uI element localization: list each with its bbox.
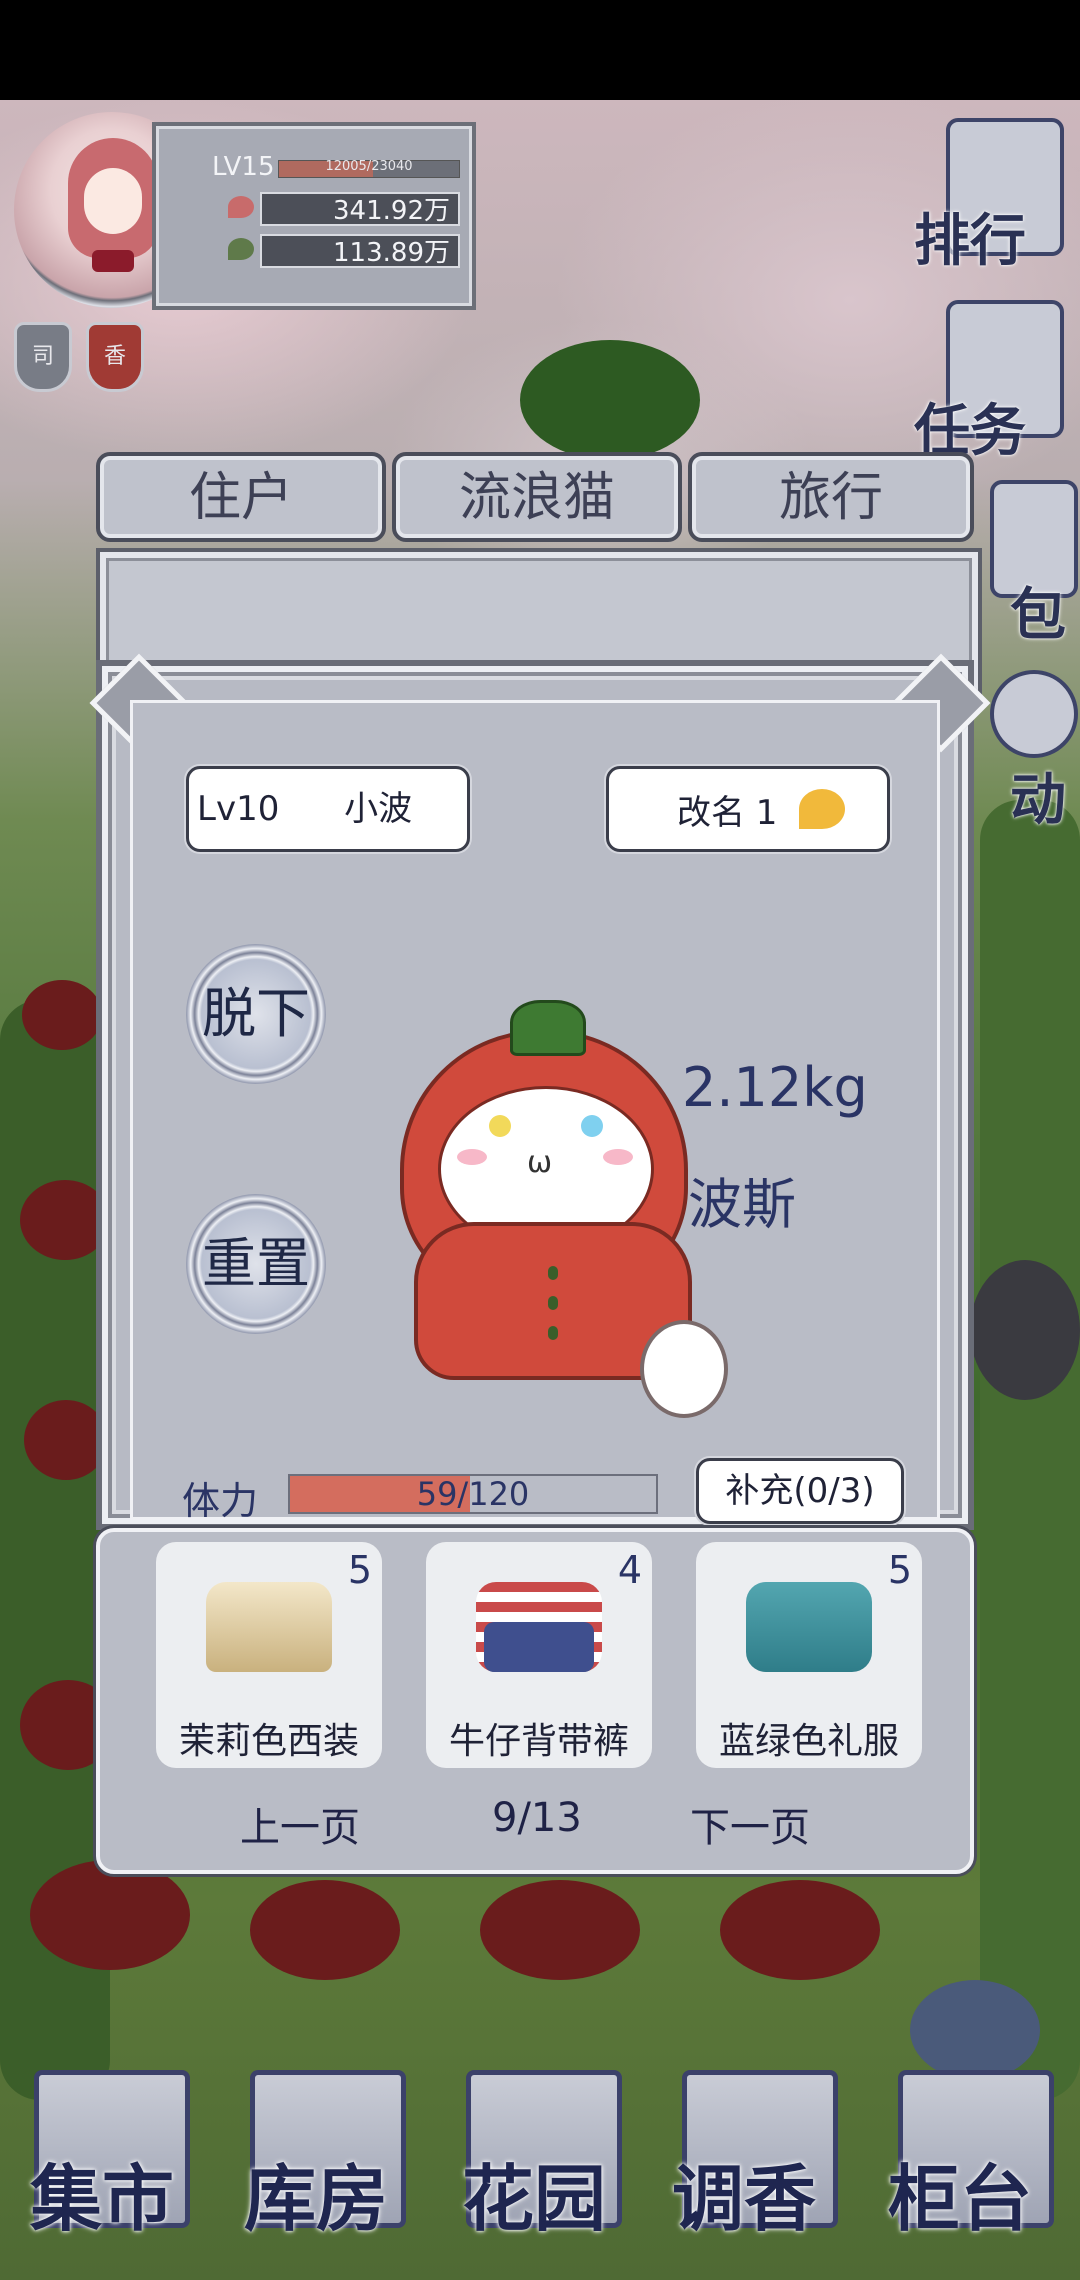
cat-tail bbox=[640, 1320, 728, 1418]
nav-warehouse-label[interactable]: 库房 bbox=[244, 2140, 388, 2245]
outfit-count: 4 bbox=[617, 1548, 642, 1592]
right-hedge bbox=[980, 800, 1080, 2100]
stamina-bar: 59/120 bbox=[288, 1474, 658, 1514]
tab-stray-cats[interactable]: 流浪猫 bbox=[392, 452, 682, 542]
ranking-label[interactable]: 排行 bbox=[914, 196, 1026, 277]
petal-currency-icon bbox=[799, 789, 845, 829]
seal-badge-right[interactable]: 香 bbox=[86, 322, 144, 392]
undress-button[interactable]: 脱下 bbox=[186, 944, 326, 1084]
coat-button bbox=[548, 1266, 558, 1280]
rose-decoration bbox=[480, 1880, 640, 1980]
bag-label[interactable]: 包 bbox=[1010, 570, 1066, 651]
coat-button bbox=[548, 1296, 558, 1310]
refill-stamina-button[interactable]: 补充(0/3) bbox=[696, 1458, 904, 1524]
player-stats-panel: LV15 12005/23040 341.92万 113.89万 bbox=[152, 122, 476, 310]
player-level: LV15 bbox=[212, 152, 275, 182]
exp-text: 12005/23040 bbox=[325, 159, 413, 174]
black-cat-sprite[interactable] bbox=[970, 1260, 1080, 1400]
nav-garden-label[interactable]: 花园 bbox=[462, 2140, 606, 2245]
stamina-text: 59/120 bbox=[416, 1475, 530, 1513]
rename-label: 改名 1 bbox=[677, 793, 778, 833]
leaf-currency-value: 113.89万 bbox=[260, 234, 460, 268]
strawberry-stem bbox=[510, 1000, 586, 1056]
next-page-button[interactable]: 下一页 bbox=[690, 1795, 810, 1853]
teal-dress-icon bbox=[746, 1582, 872, 1672]
cat-eye-left bbox=[489, 1115, 511, 1137]
outfit-name: 蓝绿色礼服 bbox=[718, 1721, 899, 1762]
cat-blush bbox=[457, 1149, 487, 1165]
cat-sprite[interactable]: ω bbox=[380, 990, 728, 1420]
cat-level-name: Lv10 小波 bbox=[186, 766, 470, 852]
tree-foliage bbox=[520, 340, 700, 460]
petal-currency-value: 341.92万 bbox=[260, 192, 460, 226]
petal-currency-icon bbox=[228, 196, 254, 218]
event-icon[interactable] bbox=[990, 670, 1078, 758]
outfit-name: 牛仔背带裤 bbox=[448, 1721, 629, 1762]
denim-overalls-pants bbox=[484, 1622, 594, 1672]
avatar-face bbox=[84, 168, 142, 234]
event-label[interactable]: 动 bbox=[1010, 755, 1066, 836]
rose-decoration bbox=[250, 1880, 400, 1980]
coat-button bbox=[548, 1326, 558, 1340]
page-indicator: 9/13 bbox=[492, 1795, 582, 1841]
nav-perfume-label[interactable]: 调香 bbox=[672, 2140, 816, 2245]
cat-eye-right bbox=[581, 1115, 603, 1137]
outfit-card[interactable]: 5 茉莉色西装 bbox=[156, 1542, 382, 1768]
rose-decoration bbox=[22, 980, 102, 1050]
cat-mouth: ω bbox=[527, 1145, 553, 1180]
outfit-name: 茉莉色西装 bbox=[178, 1721, 359, 1762]
outfit-card[interactable]: 5 蓝绿色礼服 bbox=[696, 1542, 922, 1768]
rename-button[interactable]: 改名 1 bbox=[606, 766, 890, 852]
tab-residents[interactable]: 住户 bbox=[96, 452, 386, 542]
exp-bar: 12005/23040 bbox=[278, 159, 460, 178]
nav-market-label[interactable]: 集市 bbox=[30, 2140, 174, 2245]
tab-travel[interactable]: 旅行 bbox=[688, 452, 974, 542]
seal-badge-left[interactable]: 司 bbox=[14, 322, 72, 392]
denim-overalls-icon bbox=[476, 1582, 602, 1672]
rose-decoration bbox=[30, 1860, 190, 1970]
nav-counter-label[interactable]: 柜台 bbox=[888, 2140, 1032, 2245]
leaf-currency-icon bbox=[228, 238, 254, 260]
outfit-count: 5 bbox=[887, 1548, 912, 1592]
cat-weight: 2.12kg bbox=[682, 1056, 868, 1119]
outfit-count: 5 bbox=[347, 1548, 372, 1592]
pouch-icon[interactable] bbox=[910, 1980, 1040, 2080]
reset-button[interactable]: 重置 bbox=[186, 1194, 326, 1334]
outfit-card[interactable]: 4 牛仔背带裤 bbox=[426, 1542, 652, 1768]
avatar-bow bbox=[92, 250, 134, 272]
cat-breed: 波斯 bbox=[688, 1173, 796, 1236]
rose-decoration bbox=[720, 1880, 880, 1980]
stamina-label: 体力 bbox=[182, 1479, 259, 1523]
cat-blush bbox=[603, 1149, 633, 1165]
jasmine-suit-icon bbox=[206, 1582, 332, 1672]
prev-page-button[interactable]: 上一页 bbox=[240, 1795, 360, 1853]
